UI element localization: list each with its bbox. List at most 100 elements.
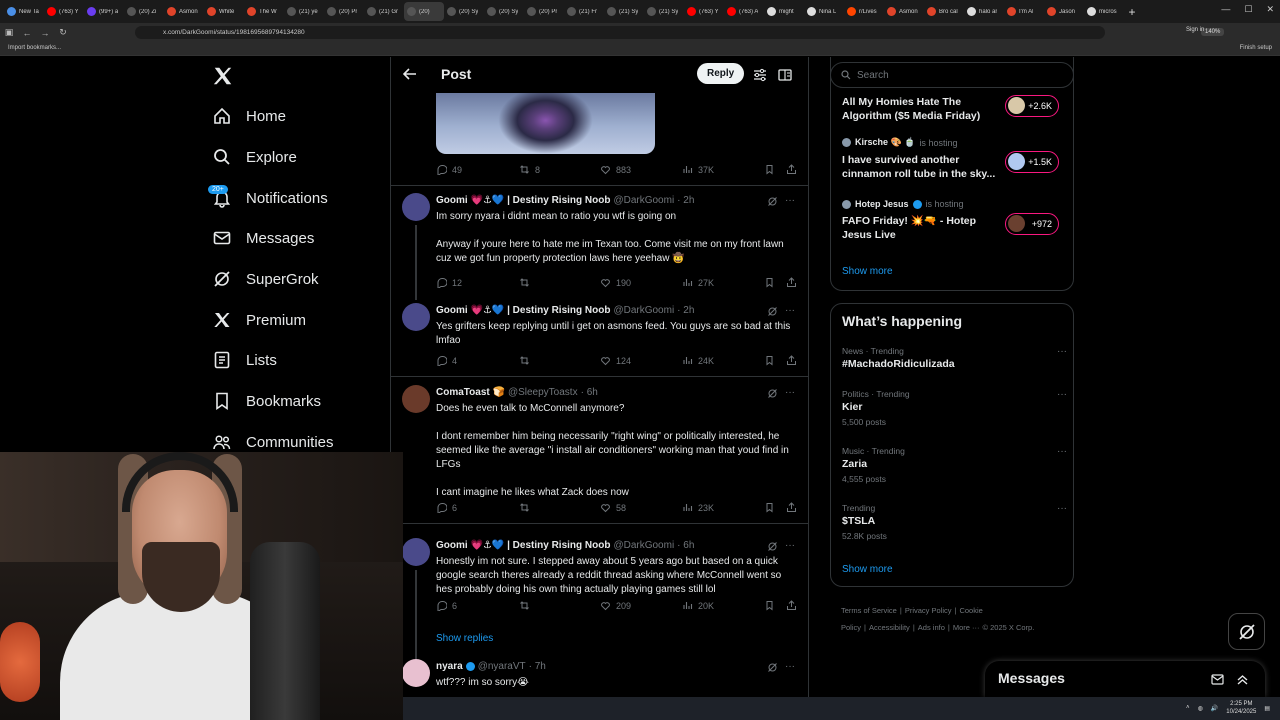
new-tab-button[interactable]: + — [1124, 5, 1140, 19]
views-button[interactable]: 20K — [682, 600, 714, 611]
sidebar-item-supergrok[interactable]: SuperGrok — [212, 269, 319, 289]
views-button[interactable]: 23K — [682, 502, 714, 513]
messages-drawer[interactable]: Messages — [985, 661, 1265, 697]
sidebar-item-premium[interactable]: Premium — [212, 310, 306, 330]
browser-tab[interactable]: (21) Sy — [644, 2, 684, 21]
sidebar-toggle-icon[interactable]: ▣ — [0, 27, 18, 38]
bookmark-button[interactable] — [764, 600, 775, 611]
grok-icon[interactable] — [767, 541, 778, 552]
filter-icon[interactable] — [753, 68, 767, 82]
browser-tab[interactable]: might — [764, 2, 804, 21]
avatar[interactable] — [402, 193, 430, 221]
clock[interactable]: 2:25 PM 10/24/2025 — [1226, 700, 1256, 716]
notification-center-icon[interactable]: ▤ — [1264, 705, 1270, 712]
browser-tab[interactable]: (763) Y — [44, 2, 84, 21]
like-button[interactable]: 883 — [600, 164, 631, 175]
author-name[interactable]: Goomi 💗⚓💙 | Destiny Rising Noob — [436, 195, 610, 206]
footer-link[interactable]: © 2025 X Corp. — [983, 623, 1035, 632]
finish-setup-button[interactable]: Finish setup — [1240, 45, 1272, 51]
browser-tab[interactable]: I'm Al — [1004, 2, 1044, 21]
browser-tab[interactable]: Bro cal — [924, 2, 964, 21]
avatar[interactable] — [402, 303, 430, 331]
bookmark-button[interactable] — [764, 164, 775, 175]
more-options-icon[interactable]: ··· — [1057, 446, 1067, 457]
sidebar-item-home[interactable]: Home — [212, 106, 286, 126]
views-button[interactable]: 24K — [682, 355, 714, 366]
show-more-link[interactable]: Show more — [842, 266, 893, 277]
minimize-icon[interactable]: — — [1221, 4, 1230, 15]
listener-count-pill[interactable]: +1.5K — [1005, 151, 1059, 173]
browser-tab[interactable]: Asmon — [164, 2, 204, 21]
live-space[interactable]: Kirsche 🎨 🍵 is hosting I have survived ano… — [842, 137, 1072, 181]
trend-item[interactable]: Trending $TSLA 52.8K posts ··· — [842, 503, 1067, 541]
bookmark-button[interactable] — [764, 502, 775, 513]
chevron-up-icon[interactable] — [1236, 673, 1249, 686]
browser-tab[interactable]: halo ar — [964, 2, 1004, 21]
maximize-icon[interactable]: ☐ — [1244, 4, 1252, 15]
repost-button[interactable]: 8 — [519, 164, 540, 175]
reader-mode-icon[interactable] — [778, 68, 792, 82]
browser-tab[interactable]: micros — [1084, 2, 1124, 21]
volume-icon[interactable]: 🔊 — [1211, 705, 1218, 712]
reply-button[interactable]: 6 — [436, 502, 457, 513]
trend-item[interactable]: Politics · Trending Kier 5,500 posts ··· — [842, 389, 1067, 427]
browser-tab[interactable]: New Ta — [4, 2, 44, 21]
sidebar-item-communities[interactable]: Communities — [212, 432, 334, 452]
back-arrow-icon[interactable] — [403, 67, 417, 81]
trend-item[interactable]: News · Trending #MachadoRidiculizada ··· — [842, 346, 1067, 370]
more-options-icon[interactable]: ··· — [1057, 389, 1067, 400]
browser-tab[interactable]: White — [204, 2, 244, 21]
browser-tab[interactable]: (21) Gr — [364, 2, 404, 21]
browser-tab[interactable]: (20) Sy — [484, 2, 524, 21]
reply-button[interactable]: Reply — [697, 63, 745, 84]
more-options-icon[interactable]: ··· — [785, 387, 795, 398]
repost-button[interactable] — [519, 355, 530, 366]
browser-tab[interactable]: (20) Zi — [124, 2, 164, 21]
more-options-icon[interactable]: ··· — [1057, 346, 1067, 357]
import-bookmarks-link[interactable]: Import bookmarks... — [8, 45, 61, 51]
tray-chevron-icon[interactable]: ˄ — [1186, 705, 1190, 711]
avatar[interactable] — [402, 659, 430, 687]
more-options-icon[interactable]: ··· — [785, 195, 795, 206]
reply-button[interactable]: 12 — [436, 277, 462, 288]
browser-tab[interactable]: (20) Pr — [524, 2, 564, 21]
live-space[interactable]: All My Homies Hate The Algorithm ($5 Med… — [842, 95, 1072, 123]
reply-button[interactable]: 6 — [436, 600, 457, 611]
footer-link[interactable]: Privacy Policy — [905, 606, 952, 615]
repost-button[interactable] — [519, 600, 530, 611]
zoom-level-badge[interactable]: 140% — [1201, 28, 1225, 36]
browser-tab[interactable]: (20) Sy — [444, 2, 484, 21]
browser-tab[interactable]: (21) Fr — [564, 2, 604, 21]
show-replies-link[interactable]: Show replies — [436, 633, 493, 644]
more-options-icon[interactable]: ··· — [785, 540, 795, 551]
grok-icon[interactable] — [767, 388, 778, 399]
browser-tab[interactable]: (21) Sy — [604, 2, 644, 21]
browser-tab[interactable]: (21) ye — [284, 2, 324, 21]
share-button[interactable] — [786, 277, 797, 288]
sidebar-item-messages[interactable]: Messages — [212, 228, 314, 248]
author-handle[interactable]: @DarkGoomi — [613, 195, 674, 206]
listener-count-pill[interactable]: +972 — [1005, 213, 1059, 235]
grok-icon[interactable] — [767, 196, 778, 207]
author-handle[interactable]: @nyaraVT — [478, 661, 526, 672]
reply-button[interactable]: 4 — [436, 355, 457, 366]
tweet-time[interactable]: · 7h — [529, 661, 546, 672]
reply-button[interactable]: 49 — [436, 164, 462, 175]
sidebar-item-bookmarks[interactable]: Bookmarks — [212, 391, 321, 411]
views-button[interactable]: 37K — [682, 164, 714, 175]
author-name[interactable]: Goomi 💗⚓💙 | Destiny Rising Noob — [436, 305, 610, 316]
author-handle[interactable]: @DarkGoomi — [613, 540, 674, 551]
share-button[interactable] — [786, 600, 797, 611]
author-name[interactable]: ComaToast 🍞 — [436, 387, 505, 398]
avatar[interactable] — [402, 538, 430, 566]
sidebar-item-lists[interactable]: Lists — [212, 350, 277, 370]
browser-tab[interactable]: (20) — [404, 2, 444, 21]
author-handle[interactable]: @SleepyToastx — [508, 387, 578, 398]
share-button[interactable] — [786, 355, 797, 366]
url-field[interactable]: x.com/DarkGoomi/status/19816956897941342… — [135, 26, 1225, 39]
like-button[interactable]: 209 — [600, 600, 631, 611]
reload-icon[interactable]: ↻ — [54, 27, 72, 38]
grok-icon[interactable] — [767, 306, 778, 317]
share-button[interactable] — [786, 502, 797, 513]
like-button[interactable]: 190 — [600, 277, 631, 288]
